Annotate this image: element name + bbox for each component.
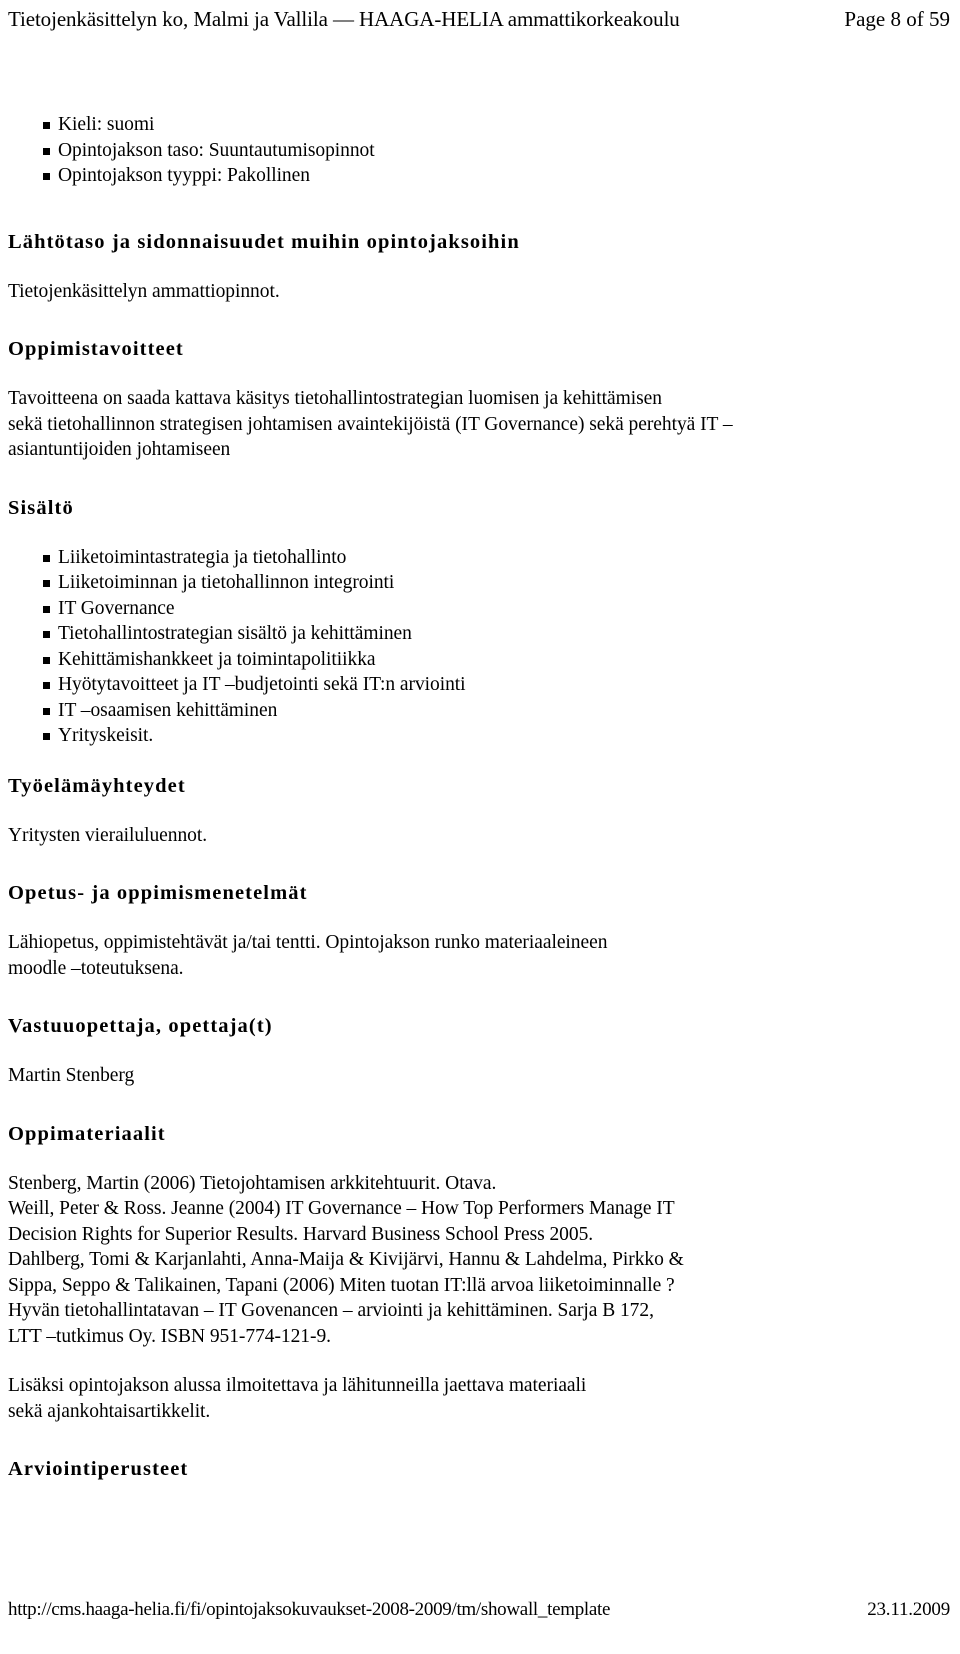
course-meta-list: Kieli: suomi Opintojakson taso: Suuntaut… — [8, 112, 952, 189]
footer-url[interactable]: http://cms.haaga-helia.fi/fi/opintojakso… — [8, 1598, 610, 1622]
reference-line: Stenberg, Martin (2006) Tietojohtamisen … — [8, 1172, 497, 1194]
list-item: Opintojakson taso: Suuntautumisopinnot — [8, 138, 952, 164]
list-item: Tietohallintostrategian sisältö ja kehit… — [8, 621, 952, 647]
heading-objectives: Oppimistavoitteet — [8, 338, 184, 360]
heading-contents: Sisältö — [8, 496, 74, 519]
list-item: IT Governance — [8, 596, 952, 622]
heading-methods: Opetus- ja oppimismenetelmät — [8, 882, 308, 904]
list-item-label: Kehittämishankkeet ja toimintapolitiikka — [58, 648, 376, 670]
list-item-label: Liiketoimintastrategia ja tietohallinto — [58, 546, 347, 568]
heading-teacher: Vastuuopettaja, opettaja(t) — [8, 1015, 273, 1037]
text-materials-note-line1: Lisäksi opintojakson alussa ilmoitettava… — [8, 1375, 587, 1396]
list-item-label: Opintojakson tyyppi: Pakollinen — [58, 165, 310, 186]
heading-prerequisites: Lähtötaso ja sidonnaisuudet muihin opint… — [8, 230, 520, 253]
contents-list: Liiketoimintastrategia ja tietohallinto … — [8, 545, 952, 749]
list-item-label: Opintojakson taso: Suuntautumisopinnot — [58, 139, 375, 161]
bullet-square-icon — [43, 631, 50, 638]
bullet-square-icon — [43, 147, 50, 155]
bullet-square-icon — [43, 656, 50, 664]
bullet-square-icon — [43, 707, 50, 715]
list-item: Kehittämishankkeet ja toimintapolitiikka — [8, 647, 952, 673]
list-item: Liiketoiminnan ja tietohallinnon integro… — [8, 570, 952, 596]
page-number: Page 8 of 59 — [844, 7, 950, 31]
heading-working-life: Työelämäyhteydet — [8, 774, 186, 797]
heading-materials: Oppimateriaalit — [8, 1122, 166, 1145]
text-objectives-line3: asiantuntijoiden johtamiseen — [8, 439, 231, 460]
list-item-label: Hyötytavoitteet ja IT –budjetointi sekä … — [58, 674, 466, 695]
reference-line: Weill, Peter & Ross. Jeanne (2004) IT Go… — [8, 1198, 675, 1219]
reference-line: Dahlberg, Tomi & Karjanlahti, Anna-Maija… — [8, 1249, 684, 1270]
list-item: Hyötytavoitteet ja IT –budjetointi sekä … — [8, 672, 952, 698]
bullet-square-icon — [43, 733, 50, 740]
bullet-square-icon — [43, 605, 50, 613]
text-methods-line2: moodle –toteutuksena. — [8, 957, 184, 979]
list-item: Opintojakson tyyppi: Pakollinen — [8, 163, 952, 189]
reference-list: Stenberg, Martin (2006) Tietojohtamisen … — [8, 1171, 952, 1350]
list-item: Yrityskeisit. — [8, 723, 952, 749]
document-page: Tietojenkäsittelyn ko, Malmi ja Vallila … — [0, 0, 960, 1654]
bullet-square-icon — [43, 554, 50, 562]
page-content: Kieli: suomi Opintojakson taso: Suuntaut… — [8, 112, 952, 1482]
list-item-label: IT –osaamisen kehittäminen — [58, 699, 278, 721]
list-item-label: Yrityskeisit. — [58, 725, 154, 746]
page-footer: http://cms.haaga-helia.fi/fi/opintojakso… — [8, 1598, 952, 1622]
text-working-life: Yritysten vierailuluennot. — [8, 824, 208, 846]
text-objectives-line1: Tavoitteena on saada kattava käsitys tie… — [8, 388, 662, 409]
bullet-square-icon — [43, 122, 50, 129]
list-item-label: Tietohallintostrategian sisältö ja kehit… — [58, 623, 412, 644]
reference-line: Hyvän tietohallintatavan – IT Govenancen… — [8, 1300, 654, 1321]
list-item-label: Kieli: suomi — [58, 114, 155, 135]
list-item: IT –osaamisen kehittäminen — [8, 698, 952, 724]
text-methods-line1: Lähiopetus, oppimistehtävät ja/tai tentt… — [8, 932, 608, 953]
text-prerequisites: Tietojenkäsittelyn ammattiopinnot. — [8, 280, 280, 302]
reference-line: Decision Rights for Superior Results. Ha… — [8, 1223, 594, 1245]
list-item: Liiketoimintastrategia ja tietohallinto — [8, 545, 952, 571]
footer-date: 23.11.2009 — [867, 1599, 950, 1620]
text-teacher-name: Martin Stenberg — [8, 1065, 135, 1086]
bullet-square-icon — [43, 580, 50, 587]
list-item-label: Liiketoiminnan ja tietohallinnon integro… — [58, 572, 395, 593]
list-item-label: IT Governance — [58, 597, 175, 619]
bullet-square-icon — [43, 682, 50, 689]
heading-assessment: Arviointiperusteet — [8, 1458, 189, 1480]
list-item: Kieli: suomi — [8, 112, 952, 138]
reference-line: LTT –tutkimus Oy. ISBN 951-774-121-9. — [8, 1325, 331, 1347]
bullet-square-icon — [43, 173, 50, 180]
reference-line: Sippa, Seppo & Talikainen, Tapani (2006)… — [8, 1274, 675, 1296]
page-header: Tietojenkäsittelyn ko, Malmi ja Vallila … — [8, 6, 952, 36]
text-materials-note-line2: sekä ajankohtaisartikkelit. — [8, 1400, 211, 1422]
text-objectives-line2: sekä tietohallinnon strategisen johtamis… — [8, 413, 733, 435]
header-title: Tietojenkäsittelyn ko, Malmi ja Vallila … — [8, 7, 680, 31]
